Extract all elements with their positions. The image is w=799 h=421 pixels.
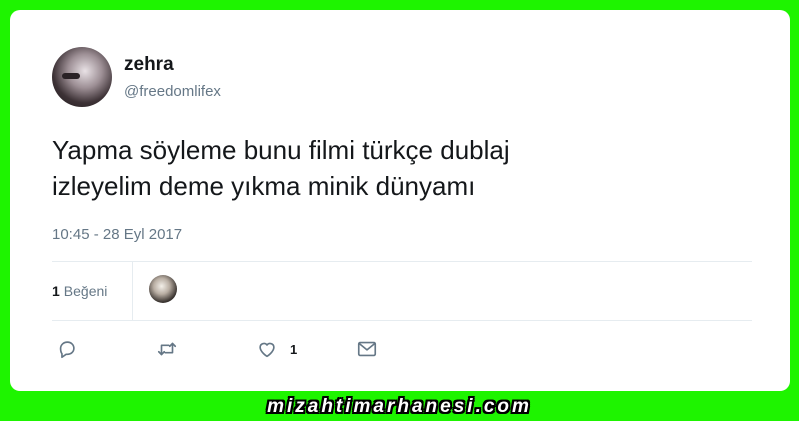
stats-separator: [132, 262, 133, 320]
reply-icon: [59, 341, 75, 359]
direct-message-button[interactable]: [356, 338, 378, 360]
like-count: 1: [290, 341, 298, 357]
liker-avatar[interactable]: [149, 275, 177, 303]
reply-button[interactable]: [56, 338, 78, 360]
stats-divider-top: [52, 261, 752, 262]
stats-divider-bottom: [52, 320, 752, 321]
tweet-text-line-2: izleyelim deme yıkma minik dünyamı: [52, 171, 476, 201]
author-avatar[interactable]: [52, 47, 112, 107]
tweet-card: zehra @freedomlifex Yapma söyleme bunu f…: [10, 10, 790, 391]
likes-label: Beğeni: [63, 283, 108, 299]
heart-icon: [259, 342, 275, 358]
envelope-icon: [357, 341, 377, 357]
tweet-timestamp[interactable]: 10:45 - 28 Eyl 2017: [52, 226, 182, 243]
retweet-button[interactable]: [156, 338, 178, 360]
author-handle[interactable]: @freedomlifex: [124, 83, 221, 100]
watermark-text: mizahtimarhanesi.com: [267, 396, 532, 417]
tweet-text-line-1: Yapma söyleme bunu filmi türkçe dublaj: [52, 135, 510, 165]
like-button[interactable]: 1: [256, 338, 297, 360]
retweet-icon: [157, 342, 177, 356]
likes-stat[interactable]: 1 Beğeni: [52, 283, 107, 299]
author-name[interactable]: zehra: [124, 54, 174, 76]
tweet-text: Yapma söyleme bunu filmi türkçe dublaj i…: [52, 132, 752, 204]
likes-count: 1: [52, 283, 60, 299]
